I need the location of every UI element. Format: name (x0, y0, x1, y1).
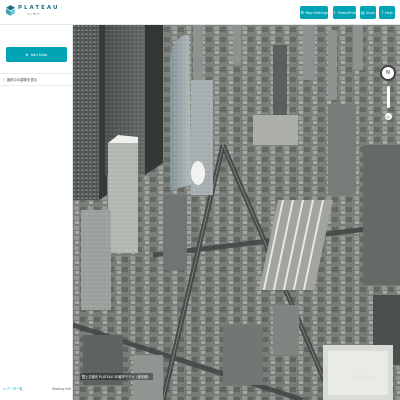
compass-icon[interactable]: N (380, 65, 396, 81)
sidebar-footer: ≡ データ一覧 Sharing link (3, 386, 71, 392)
map-navigation-controls: N ◎ (380, 65, 396, 120)
location-icon[interactable]: ◎ (384, 113, 392, 120)
app-root: PLATEAU by MLIT ⚙ Map Settings ⇪ Share/P… (0, 0, 400, 400)
layer-item-label: 選択中の建物を表示 (6, 78, 38, 82)
brand-title: PLATEAU (18, 5, 60, 11)
plateau-logo-icon (6, 5, 15, 16)
share-icon: ⇪ (332, 9, 337, 15)
list-icon: ≡ (3, 386, 6, 391)
zoom-slider[interactable] (386, 86, 390, 108)
add-data-label: Add Data (30, 52, 48, 57)
map-attribution: 国土交通省 PLATEAU 3D都市モデル（東京都） (80, 373, 153, 380)
share-label: Share/Print (337, 10, 357, 15)
plateau-logo[interactable]: PLATEAU by MLIT (6, 5, 59, 16)
layer-item[interactable]: › 選択中の建物を表示 (0, 73, 72, 86)
story-label: Story (366, 10, 376, 15)
share-button[interactable]: ⇪ Share/Print (333, 6, 356, 19)
help-icon: ? (381, 9, 384, 15)
story-button[interactable]: ▤ Story (360, 6, 376, 19)
data-list-link[interactable]: ≡ データ一覧 (3, 386, 23, 392)
chevron-right-icon[interactable]: › (3, 77, 5, 82)
brand-subtitle: by MLIT (28, 12, 40, 16)
sharing-link[interactable]: Sharing link (52, 387, 71, 391)
plus-icon: ⊕ (25, 52, 29, 57)
top-header: PLATEAU by MLIT ⚙ Map Settings ⇪ Share/P… (0, 0, 400, 25)
gear-icon: ⚙ (300, 9, 304, 15)
3d-map-viewport[interactable]: N ◎ (73, 25, 400, 400)
city-scene (73, 25, 400, 400)
book-icon: ▤ (360, 9, 365, 15)
map-settings-label: Map Settings (305, 10, 328, 15)
help-button[interactable]: ? Help (379, 6, 395, 19)
help-label: Help (384, 10, 393, 15)
add-data-button[interactable]: ⊕ Add Data (6, 47, 67, 62)
data-list-label: データ一覧 (6, 387, 23, 391)
map-settings-button[interactable]: ⚙ Map Settings (300, 6, 328, 19)
cesium-logo[interactable]: CESIUM ion (352, 374, 378, 379)
layers-sidebar: ⊕ Add Data › 選択中の建物を表示 ≡ データ一覧 Sharing l… (0, 25, 73, 400)
